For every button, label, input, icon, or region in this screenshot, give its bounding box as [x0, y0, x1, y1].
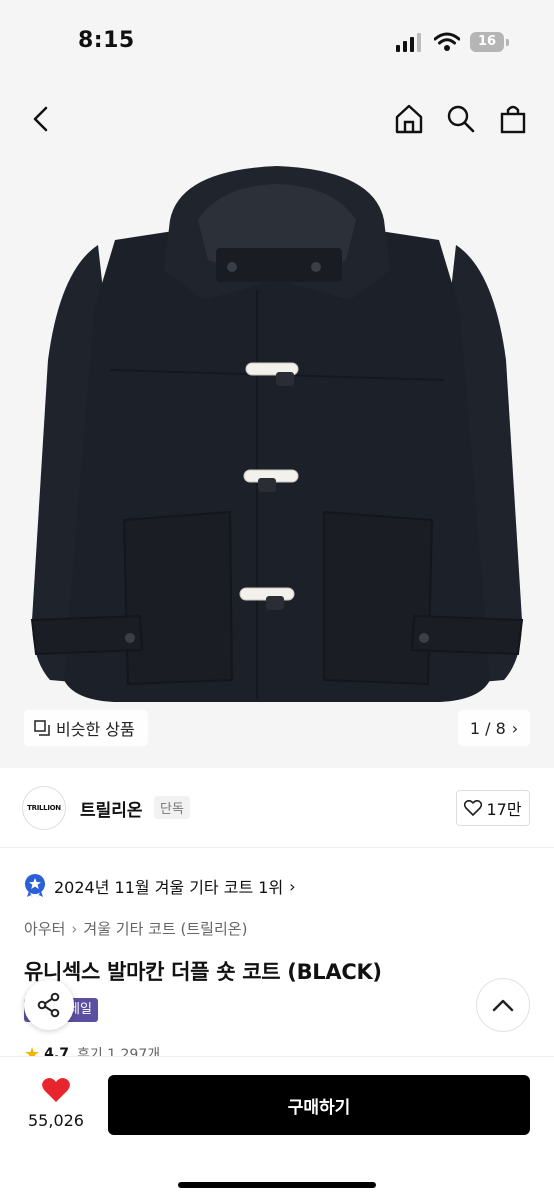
product-image — [30, 166, 524, 702]
similar-icon — [34, 720, 50, 736]
brand-exclusive-tag: 단독 — [154, 796, 190, 819]
breadcrumb-subcategory[interactable]: 겨울 기타 코트 (트릴리온) — [83, 918, 247, 939]
search-button[interactable] — [442, 100, 480, 138]
cart-button[interactable] — [494, 100, 532, 138]
bottom-bar: 55,026 구매하기 — [0, 1056, 554, 1200]
ranking-link[interactable]: 2024년 11월 겨울 기타 코트 1위 › — [24, 872, 296, 900]
brand-row[interactable]: TRILLION 트릴리온 단독 17만 — [0, 768, 554, 848]
status-bar: 8:15 16 — [0, 0, 554, 84]
breadcrumb-category[interactable]: 아우터 — [24, 918, 65, 939]
signal-icon — [396, 33, 421, 52]
similar-label: 비슷한 상품 — [56, 720, 135, 739]
brand-like-count: 17만 — [486, 800, 522, 819]
image-counter[interactable]: 1 / 8 › — [458, 710, 530, 746]
image-counter-text: 1 / 8 — [469, 718, 506, 738]
rank-badge-icon — [25, 874, 45, 898]
chevron-right-icon: › — [289, 876, 296, 896]
battery-tip — [506, 39, 509, 46]
similar-products-button[interactable]: 비슷한 상품 — [24, 710, 148, 746]
battery-icon: 16 — [470, 32, 504, 52]
brand-logo[interactable]: TRILLION — [22, 786, 66, 830]
chevron-up-icon — [492, 999, 514, 1012]
status-icons: 16 — [396, 30, 516, 54]
buy-button[interactable]: 구매하기 — [108, 1075, 530, 1135]
chevron-right-icon: › — [71, 919, 78, 938]
share-icon — [37, 992, 60, 1018]
breadcrumb: 아우터 › 겨울 기타 코트 (트릴리온) — [24, 918, 247, 939]
back-icon — [33, 106, 48, 132]
wifi-icon — [434, 32, 460, 51]
chevron-right-icon: › — [511, 718, 519, 738]
home-icon — [395, 104, 423, 134]
wishlist-button[interactable]: 55,026 — [24, 1077, 88, 1130]
scroll-top-button[interactable] — [476, 978, 530, 1032]
search-icon — [447, 105, 475, 133]
ranking-text: 2024년 11월 겨울 기타 코트 1위 — [54, 878, 284, 897]
share-button[interactable] — [24, 980, 74, 1030]
heart-filled-icon — [42, 1077, 70, 1102]
brand-name[interactable]: 트릴리온 — [80, 796, 143, 821]
brand-like-button[interactable]: 17만 — [456, 790, 530, 826]
status-time: 8:15 — [78, 28, 135, 53]
cart-icon — [500, 105, 526, 134]
home-button[interactable] — [390, 100, 428, 138]
wishlist-count: 55,026 — [28, 1111, 84, 1130]
home-indicator — [178, 1182, 376, 1188]
heart-outline-icon — [464, 800, 483, 816]
product-title: 유니섹스 발마칸 더플 숏 코트 (BLACK) — [24, 960, 382, 984]
back-button[interactable] — [22, 100, 60, 138]
